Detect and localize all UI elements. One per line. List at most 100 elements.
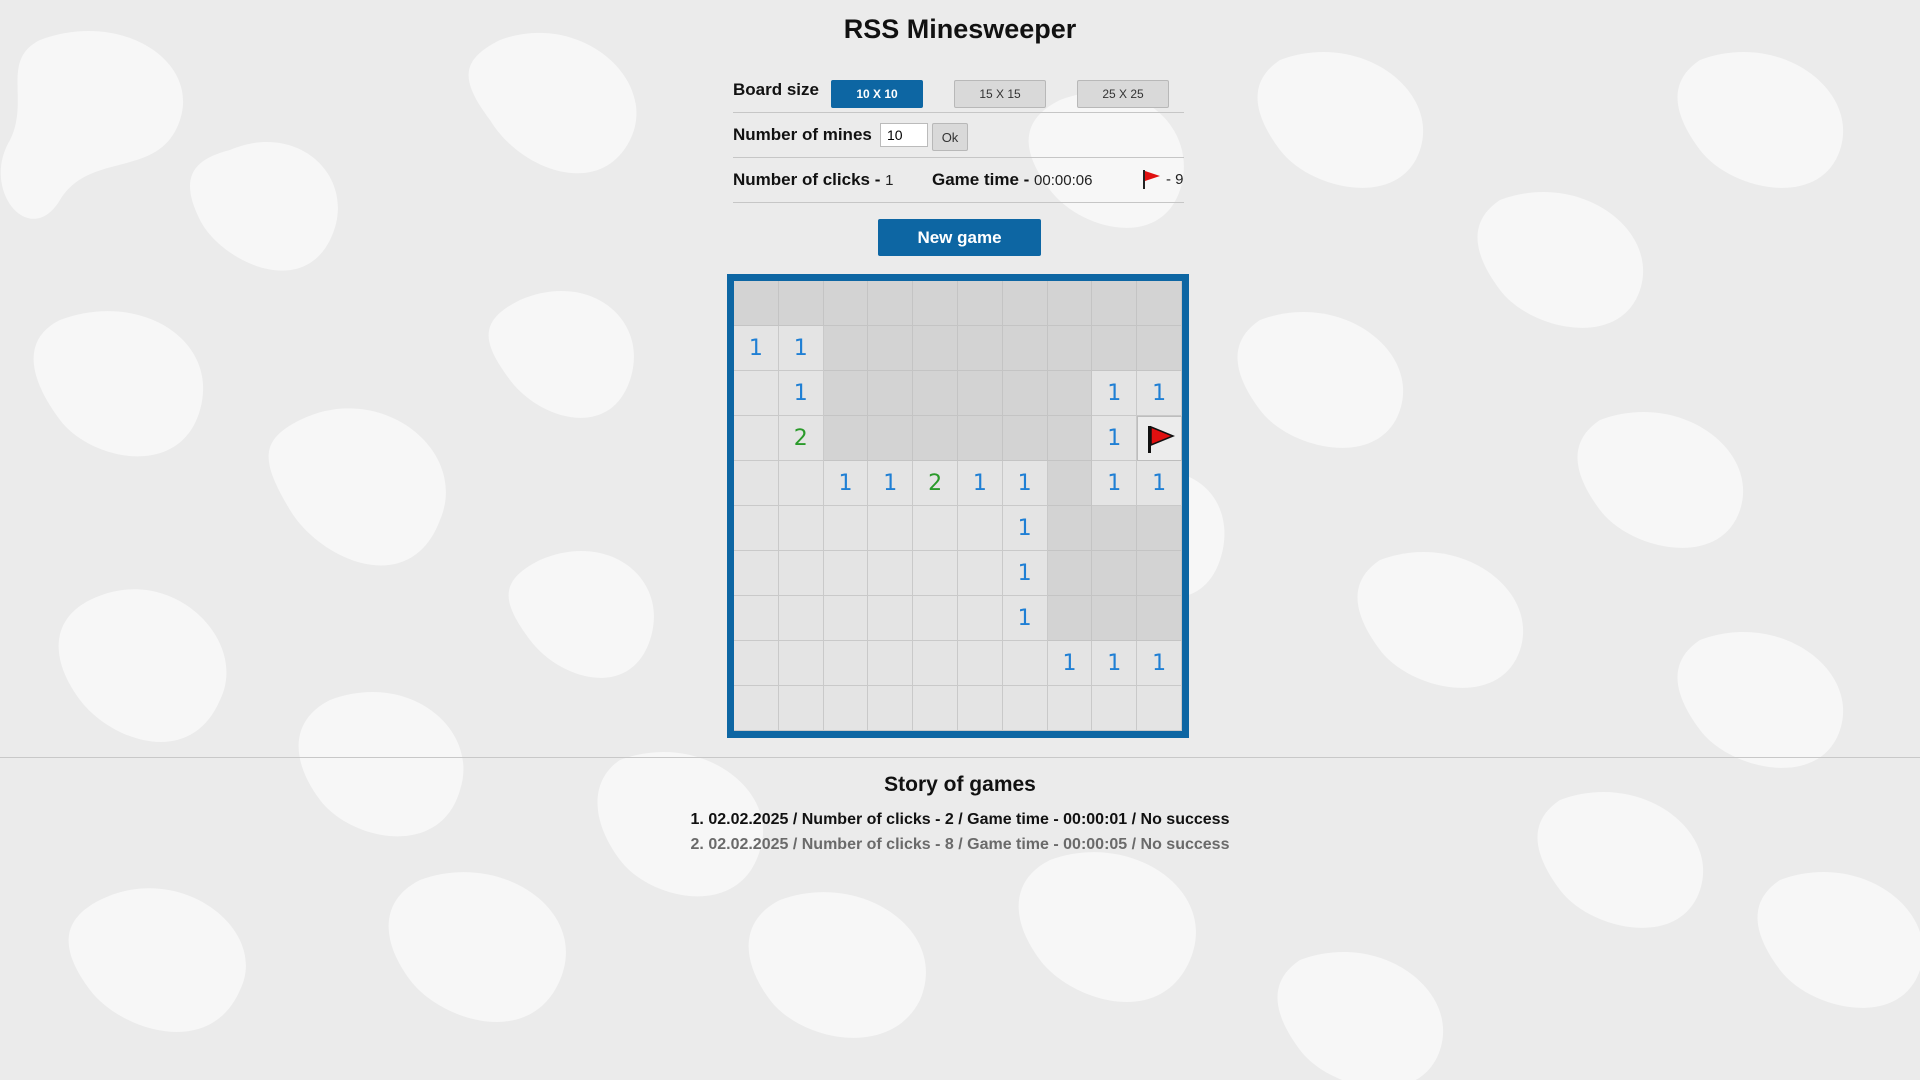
board-cell[interactable]: 1 <box>823 461 869 506</box>
board-cell[interactable] <box>868 416 914 461</box>
board-cell[interactable] <box>957 371 1003 416</box>
board-cell[interactable]: 1 <box>1002 551 1048 596</box>
board-cell[interactable]: 1 <box>1137 461 1182 506</box>
board-cell[interactable] <box>1002 371 1048 416</box>
board-cell[interactable] <box>823 551 869 596</box>
board-cell[interactable] <box>734 596 779 641</box>
board-cell[interactable]: 1 <box>734 326 779 371</box>
board-cell[interactable] <box>778 641 824 686</box>
board-cell[interactable] <box>1047 326 1093 371</box>
board-cell[interactable]: 1 <box>957 461 1003 506</box>
board-cell[interactable] <box>823 281 869 326</box>
board-cell[interactable] <box>1002 686 1048 731</box>
board-cell[interactable] <box>1092 686 1138 731</box>
board-cell[interactable] <box>868 506 914 551</box>
board-cell[interactable] <box>1047 416 1093 461</box>
board-cell[interactable] <box>913 551 958 596</box>
board-cell[interactable] <box>778 281 824 326</box>
board-cell[interactable] <box>823 506 869 551</box>
board-cell[interactable] <box>823 416 869 461</box>
board-cell[interactable] <box>957 686 1003 731</box>
board-cell[interactable] <box>1092 551 1138 596</box>
size-25x25-button[interactable]: 25 X 25 <box>1077 80 1169 108</box>
board-cell[interactable] <box>1092 281 1138 326</box>
board-cell[interactable] <box>957 326 1003 371</box>
board-cell[interactable] <box>778 506 824 551</box>
board-cell[interactable] <box>823 641 869 686</box>
board-cell[interactable]: 1 <box>1092 641 1138 686</box>
board-cell[interactable] <box>1137 551 1182 596</box>
board-cell[interactable] <box>778 551 824 596</box>
board-cell[interactable] <box>957 281 1003 326</box>
board-cell[interactable] <box>1092 596 1138 641</box>
board-cell[interactable]: 1 <box>1092 461 1138 506</box>
size-15x15-button[interactable]: 15 X 15 <box>954 80 1046 108</box>
board-cell[interactable] <box>778 686 824 731</box>
board-cell[interactable] <box>734 281 779 326</box>
board-cell[interactable] <box>1137 686 1182 731</box>
board-cell[interactable] <box>1047 281 1093 326</box>
board-cell[interactable] <box>1137 326 1182 371</box>
board-cell[interactable] <box>778 596 824 641</box>
board-cell[interactable] <box>778 461 824 506</box>
board-cell[interactable] <box>1137 596 1182 641</box>
board-cell[interactable] <box>957 641 1003 686</box>
board-cell[interactable]: 1 <box>1002 461 1048 506</box>
board-cell[interactable] <box>734 551 779 596</box>
board-cell[interactable] <box>823 596 869 641</box>
size-10x10-button[interactable]: 10 X 10 <box>831 80 923 108</box>
board-cell[interactable] <box>868 641 914 686</box>
board-cell[interactable] <box>1047 551 1093 596</box>
board-cell[interactable] <box>1047 371 1093 416</box>
board-cell[interactable] <box>823 326 869 371</box>
board-cell[interactable] <box>913 596 958 641</box>
board-cell[interactable] <box>1047 686 1093 731</box>
board-cell[interactable]: 1 <box>1137 641 1182 686</box>
mines-input[interactable] <box>880 123 928 147</box>
board-cell[interactable] <box>868 371 914 416</box>
board-cell[interactable]: 2 <box>913 461 958 506</box>
board-cell[interactable] <box>1092 326 1138 371</box>
board-cell[interactable] <box>868 686 914 731</box>
board-cell[interactable] <box>1002 326 1048 371</box>
board-cell[interactable] <box>913 506 958 551</box>
board-cell[interactable] <box>734 641 779 686</box>
flagged-cell[interactable] <box>1137 416 1182 461</box>
board-cell[interactable] <box>1047 461 1093 506</box>
board-cell[interactable] <box>868 551 914 596</box>
board-cell[interactable] <box>913 416 958 461</box>
board-cell[interactable] <box>957 506 1003 551</box>
board-cell[interactable] <box>1047 506 1093 551</box>
board-cell[interactable] <box>913 371 958 416</box>
board-cell[interactable] <box>1002 416 1048 461</box>
board-cell[interactable] <box>1002 281 1048 326</box>
board-cell[interactable]: 2 <box>778 416 824 461</box>
board-cell[interactable] <box>823 686 869 731</box>
board-cell[interactable] <box>1047 596 1093 641</box>
board-cell[interactable] <box>957 416 1003 461</box>
board-cell[interactable] <box>868 596 914 641</box>
board-cell[interactable] <box>734 461 779 506</box>
new-game-button[interactable]: New game <box>878 219 1041 256</box>
board-cell[interactable] <box>913 326 958 371</box>
board-cell[interactable] <box>1137 281 1182 326</box>
board-cell[interactable]: 1 <box>1092 416 1138 461</box>
board-cell[interactable]: 1 <box>1002 506 1048 551</box>
board-cell[interactable]: 1 <box>778 371 824 416</box>
board-cell[interactable] <box>913 686 958 731</box>
board-cell[interactable]: 1 <box>778 326 824 371</box>
board-cell[interactable] <box>823 371 869 416</box>
board-cell[interactable] <box>734 506 779 551</box>
board-cell[interactable]: 1 <box>1047 641 1093 686</box>
board-cell[interactable] <box>734 371 779 416</box>
board-cell[interactable] <box>913 641 958 686</box>
board-cell[interactable] <box>734 416 779 461</box>
board-cell[interactable] <box>868 326 914 371</box>
board-cell[interactable] <box>957 596 1003 641</box>
board-cell[interactable] <box>868 281 914 326</box>
ok-button[interactable]: Ok <box>932 123 968 151</box>
board-cell[interactable] <box>913 281 958 326</box>
board-cell[interactable] <box>1137 506 1182 551</box>
board-cell[interactable]: 1 <box>1002 596 1048 641</box>
board-cell[interactable] <box>1092 506 1138 551</box>
